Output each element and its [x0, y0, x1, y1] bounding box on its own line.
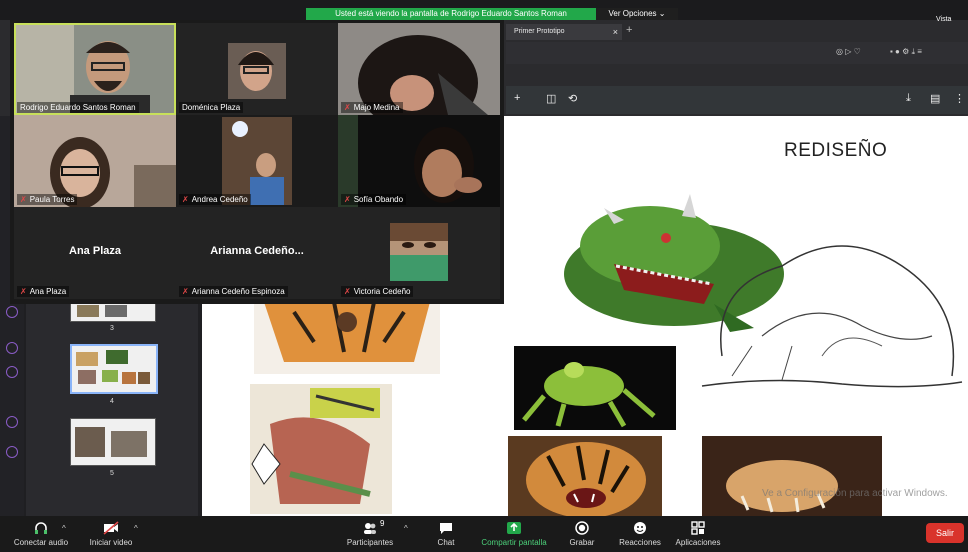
video-off-icon — [103, 521, 119, 535]
page-thumbnail-5[interactable] — [70, 418, 156, 466]
headphones-icon — [35, 522, 47, 534]
page-number: 3 — [110, 325, 114, 332]
rail-icon[interactable] — [6, 416, 18, 428]
video-options-chevron-icon[interactable]: ^ — [134, 524, 138, 533]
record-button[interactable]: Grabar — [562, 516, 602, 552]
screen-share-banner: Usted está viendo la pantalla de Rodrigo… — [306, 8, 596, 20]
paw-photo-image — [702, 436, 882, 516]
participant-tile-andrea[interactable]: ✗ Andrea Cedeño — [176, 115, 338, 207]
muted-mic-icon: ✗ — [182, 195, 189, 204]
participant-tile-paula[interactable]: ✗ Paula Torres — [14, 115, 176, 207]
page-thumbnail-4[interactable] — [70, 344, 158, 394]
fit-page-icon[interactable]: ◫ — [546, 92, 556, 105]
frog-photo-image — [514, 346, 676, 430]
rail-icon[interactable] — [6, 306, 18, 318]
participant-name: ✗ Andrea Cedeño — [179, 194, 251, 205]
close-tab-icon[interactable]: × — [613, 24, 618, 40]
extensions-icon[interactable]: ▪ ● ⚙ ⤓ ≡ — [890, 47, 922, 57]
muted-mic-icon: ✗ — [344, 103, 351, 112]
tab-title: Primer Prototipo — [514, 28, 565, 35]
participant-display-name: Arianna Cedeño... — [210, 245, 304, 257]
apps-button[interactable]: Aplicaciones — [672, 516, 724, 552]
meeting-toolbar: Conectar audio ^ Iniciar video ^ 9 Parti… — [0, 516, 968, 552]
participant-tile-rodrigo[interactable]: Rodrigo Eduardo Santos Roman — [14, 23, 176, 115]
start-video-button[interactable]: Iniciar video — [84, 516, 138, 552]
muted-mic-icon: ✗ — [344, 287, 351, 296]
share-screen-button[interactable]: Compartir pantalla — [476, 516, 552, 552]
chat-icon — [440, 523, 452, 534]
rail-icon[interactable] — [6, 342, 18, 354]
view-options-button[interactable]: Ver Opciones ⌄ — [596, 8, 678, 20]
browser-tab[interactable]: Primer Prototipo × — [506, 24, 622, 40]
participant-tile-majo[interactable]: ✗ Majo Medina — [338, 23, 500, 115]
participant-name: ✗ Arianna Cedeño Espinoza — [179, 286, 288, 297]
window-view-label[interactable]: Vista — [936, 16, 951, 23]
thumbnail-image — [75, 427, 147, 457]
pdf-viewer-toolbar: + ◫ ⟲ ⤓ ▤ ⋮ — [506, 86, 968, 114]
audio-options-chevron-icon[interactable]: ^ — [62, 524, 66, 533]
rotate-icon[interactable]: ⟲ — [568, 92, 577, 105]
tiger-photo-image — [508, 436, 662, 516]
zoom-in-icon[interactable]: + — [514, 92, 520, 104]
print-icon[interactable]: ▤ — [930, 92, 940, 105]
participant-name: ✗ Ana Plaza — [17, 286, 70, 297]
windows-activation-watermark: Ve a Configuración para activar Windows. — [762, 488, 948, 499]
participant-name: ✗ Paula Torres — [17, 194, 78, 205]
muted-mic-icon: ✗ — [344, 195, 351, 204]
participant-name: Rodrigo Eduardo Santos Roman — [17, 102, 139, 113]
participants-options-chevron-icon[interactable]: ^ — [404, 524, 408, 533]
participant-tile-domenica[interactable]: Doménica Plaza — [176, 23, 338, 115]
slide-title: REDISEÑO — [784, 140, 888, 161]
participants-count: 9 — [380, 519, 385, 528]
muted-mic-icon: ✗ — [20, 195, 27, 204]
more-options-icon[interactable]: ⋮ — [954, 92, 965, 105]
download-icon[interactable]: ⤓ — [906, 92, 911, 105]
leave-button[interactable]: Salir — [926, 523, 964, 543]
apps-icon — [691, 521, 705, 535]
participant-name: Doménica Plaza — [179, 102, 244, 113]
rail-icon[interactable] — [6, 366, 18, 378]
participants-icon — [364, 523, 376, 534]
reactions-button[interactable]: Reacciones — [614, 516, 666, 552]
participant-name: ✗ Victoria Cedeño — [341, 286, 414, 297]
camera-icon[interactable]: ◎ ▷ ♡ — [836, 47, 861, 56]
participant-tile-sofia[interactable]: ✗ Sofía Obando — [338, 115, 500, 207]
line-art-creature-image — [701, 245, 963, 388]
muted-mic-icon: ✗ — [182, 287, 189, 296]
chat-button[interactable]: Chat — [426, 516, 466, 552]
page-number: 5 — [110, 470, 114, 477]
reactions-icon — [634, 522, 646, 534]
video-gallery: Rodrigo Eduardo Santos Roman Doménica Pl… — [10, 20, 504, 304]
connect-audio-button[interactable]: Conectar audio — [8, 516, 74, 552]
thumbnail-image — [76, 350, 150, 384]
share-screen-icon — [507, 522, 521, 534]
rail-icon[interactable] — [6, 446, 18, 458]
tiger-drawing-image — [254, 302, 440, 374]
participant-display-name: Ana Plaza — [69, 245, 121, 257]
browser-toolbar: ◎ ▷ ♡ ▪ ● ⚙ ⤓ ≡ — [506, 42, 968, 64]
record-icon — [575, 521, 589, 535]
muted-mic-icon: ✗ — [20, 287, 27, 296]
participants-button[interactable]: 9 Participantes — [340, 516, 400, 552]
thumbnail-image — [77, 305, 127, 317]
participant-tile-arianna[interactable]: Arianna Cedeño... ✗ Arianna Cedeño Espino… — [176, 207, 338, 299]
participant-name: ✗ Sofía Obando — [341, 194, 407, 205]
participant-tile-victoria[interactable]: ✗ Victoria Cedeño — [338, 207, 500, 299]
participant-tile-ana[interactable]: Ana Plaza ✗ Ana Plaza — [14, 207, 176, 299]
comic-drawing-image — [250, 384, 392, 514]
page-number: 4 — [110, 398, 114, 405]
new-tab-icon[interactable]: + — [626, 24, 632, 36]
participant-name: ✗ Majo Medina — [341, 102, 403, 113]
